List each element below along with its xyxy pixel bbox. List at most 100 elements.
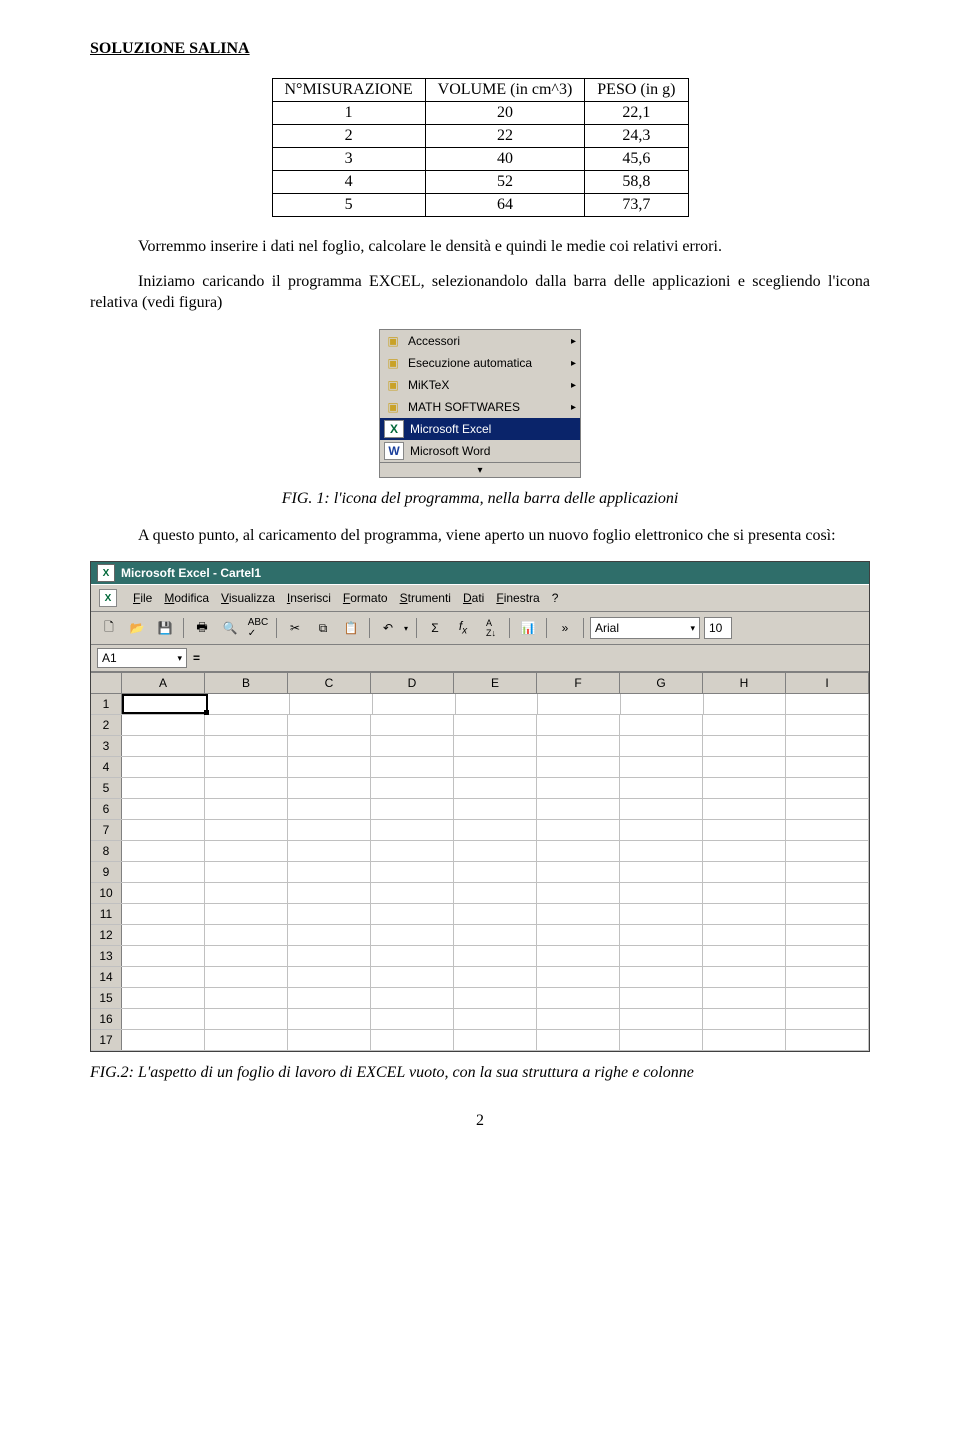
cell[interactable] bbox=[290, 694, 373, 714]
menu-formato[interactable]: Formato bbox=[343, 591, 388, 605]
menu-inserisci[interactable]: Inserisci bbox=[287, 591, 331, 605]
cell[interactable] bbox=[786, 694, 869, 714]
cell[interactable] bbox=[703, 883, 786, 903]
cell[interactable] bbox=[703, 820, 786, 840]
cell[interactable] bbox=[456, 694, 539, 714]
cell[interactable] bbox=[620, 988, 703, 1008]
cell[interactable] bbox=[371, 946, 454, 966]
expand-chevron-icon[interactable]: ▾ bbox=[380, 462, 580, 477]
cell[interactable] bbox=[122, 778, 205, 798]
cell[interactable] bbox=[205, 925, 288, 945]
cell[interactable] bbox=[454, 946, 537, 966]
menu-item[interactable]: ▣Accessori▸ bbox=[380, 330, 580, 352]
cell[interactable] bbox=[703, 736, 786, 756]
cell[interactable] bbox=[454, 988, 537, 1008]
cell[interactable] bbox=[537, 988, 620, 1008]
menu-item[interactable]: ▣MATH SOFTWARES▸ bbox=[380, 396, 580, 418]
cell[interactable] bbox=[205, 904, 288, 924]
name-box[interactable]: A1 ▾ bbox=[97, 648, 187, 668]
row-header[interactable]: 16 bbox=[91, 1009, 122, 1029]
cell[interactable] bbox=[537, 904, 620, 924]
cell[interactable] bbox=[371, 862, 454, 882]
cell[interactable] bbox=[620, 967, 703, 987]
cell[interactable] bbox=[620, 862, 703, 882]
row-header[interactable]: 11 bbox=[91, 904, 122, 924]
cell[interactable] bbox=[454, 904, 537, 924]
cell[interactable] bbox=[786, 757, 869, 777]
cell[interactable] bbox=[288, 904, 371, 924]
cell[interactable] bbox=[371, 967, 454, 987]
cell[interactable] bbox=[288, 883, 371, 903]
paste-icon[interactable]: 📋 bbox=[339, 616, 363, 640]
row-header[interactable]: 2 bbox=[91, 715, 122, 735]
column-header[interactable]: E bbox=[454, 673, 537, 693]
cell[interactable] bbox=[371, 757, 454, 777]
cell[interactable] bbox=[786, 799, 869, 819]
font-name-combo[interactable]: Arial ▾ bbox=[590, 617, 700, 639]
cell[interactable] bbox=[703, 862, 786, 882]
cell[interactable] bbox=[205, 946, 288, 966]
cell[interactable] bbox=[122, 967, 205, 987]
more-icon[interactable]: » bbox=[553, 616, 577, 640]
cell[interactable] bbox=[371, 778, 454, 798]
column-header[interactable]: B bbox=[205, 673, 288, 693]
cell[interactable] bbox=[205, 715, 288, 735]
cell[interactable] bbox=[703, 757, 786, 777]
cell[interactable] bbox=[703, 841, 786, 861]
open-icon[interactable]: 📂 bbox=[125, 616, 149, 640]
cell[interactable] bbox=[537, 1030, 620, 1050]
row-header[interactable]: 1 bbox=[91, 694, 122, 714]
sort-asc-icon[interactable]: AZ↓ bbox=[479, 616, 503, 640]
cell[interactable] bbox=[703, 946, 786, 966]
menu-?[interactable]: ? bbox=[552, 591, 559, 605]
cell[interactable] bbox=[620, 799, 703, 819]
cell[interactable] bbox=[537, 715, 620, 735]
function-icon[interactable]: fx bbox=[451, 616, 475, 640]
cell[interactable] bbox=[288, 862, 371, 882]
cell[interactable] bbox=[703, 799, 786, 819]
cell[interactable] bbox=[786, 736, 869, 756]
cell[interactable] bbox=[703, 967, 786, 987]
cell[interactable] bbox=[122, 988, 205, 1008]
row-header[interactable]: 7 bbox=[91, 820, 122, 840]
column-header[interactable]: F bbox=[537, 673, 620, 693]
menu-item[interactable]: ▣Esecuzione automatica▸ bbox=[380, 352, 580, 374]
cell[interactable] bbox=[288, 715, 371, 735]
cell[interactable] bbox=[786, 862, 869, 882]
cell[interactable] bbox=[703, 988, 786, 1008]
equals-icon[interactable]: = bbox=[193, 651, 200, 665]
cell[interactable] bbox=[454, 799, 537, 819]
cell[interactable] bbox=[205, 1009, 288, 1029]
cell[interactable] bbox=[620, 736, 703, 756]
row-header[interactable]: 3 bbox=[91, 736, 122, 756]
cell[interactable] bbox=[786, 967, 869, 987]
cell[interactable] bbox=[454, 1009, 537, 1029]
cell[interactable] bbox=[122, 925, 205, 945]
cell[interactable] bbox=[620, 1009, 703, 1029]
cell[interactable] bbox=[205, 967, 288, 987]
cell[interactable] bbox=[288, 1009, 371, 1029]
cell[interactable] bbox=[122, 946, 205, 966]
cell[interactable] bbox=[288, 736, 371, 756]
cell[interactable] bbox=[786, 820, 869, 840]
cell[interactable] bbox=[205, 841, 288, 861]
cell[interactable] bbox=[373, 694, 456, 714]
row-header[interactable]: 8 bbox=[91, 841, 122, 861]
cell[interactable] bbox=[288, 799, 371, 819]
cell[interactable] bbox=[122, 862, 205, 882]
column-header[interactable]: H bbox=[703, 673, 786, 693]
save-icon[interactable]: 💾 bbox=[153, 616, 177, 640]
cell[interactable] bbox=[537, 1009, 620, 1029]
cell[interactable] bbox=[371, 925, 454, 945]
cell[interactable] bbox=[371, 988, 454, 1008]
cell[interactable] bbox=[620, 904, 703, 924]
cell[interactable] bbox=[454, 862, 537, 882]
cell[interactable] bbox=[537, 967, 620, 987]
cell[interactable] bbox=[288, 820, 371, 840]
cell[interactable] bbox=[537, 883, 620, 903]
row-header[interactable]: 5 bbox=[91, 778, 122, 798]
cell[interactable] bbox=[371, 799, 454, 819]
cell[interactable] bbox=[537, 757, 620, 777]
cell[interactable] bbox=[454, 883, 537, 903]
cell[interactable] bbox=[786, 925, 869, 945]
